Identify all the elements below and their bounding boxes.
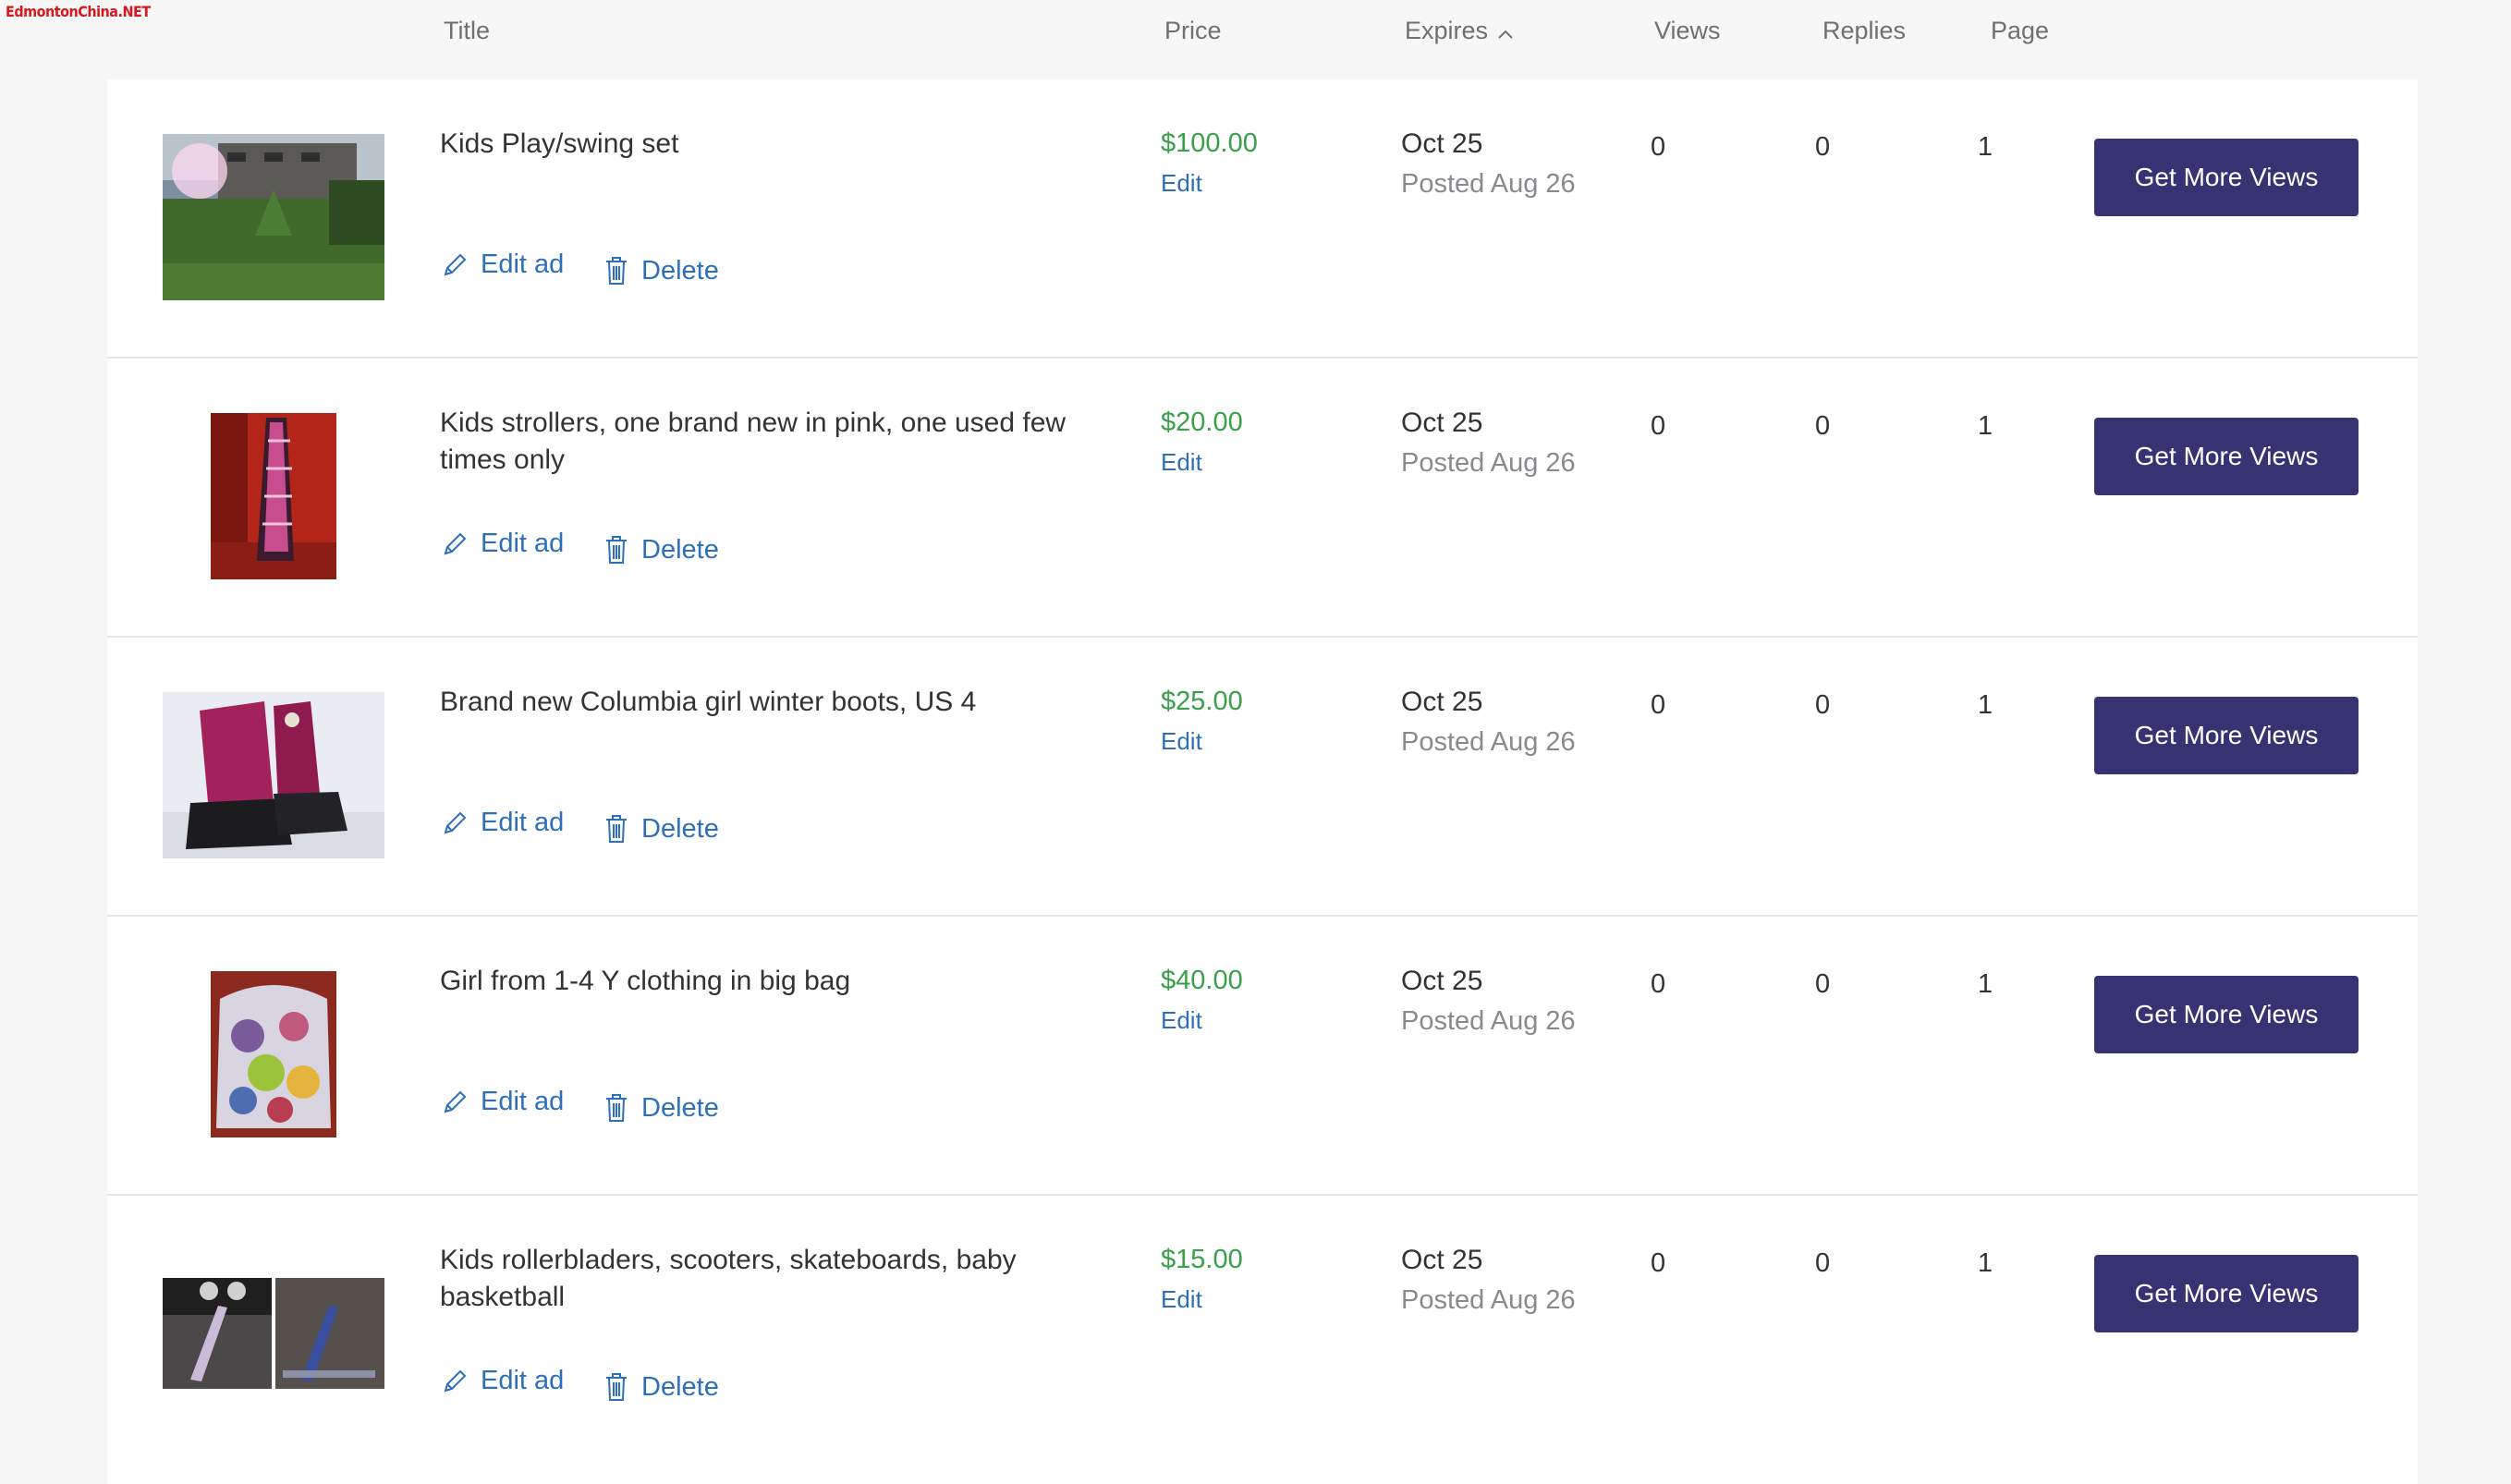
ad-row: Girl from 1-4 Y clothing in big bag Edit… bbox=[107, 917, 2418, 1196]
pencil-icon bbox=[444, 1369, 467, 1392]
ad-page-number: 1 bbox=[1978, 1248, 1993, 1278]
ad-posted-date: Posted Aug 26 bbox=[1401, 1285, 1576, 1315]
delete-ad-link[interactable]: Delete bbox=[603, 255, 719, 286]
ad-thumbnail[interactable] bbox=[163, 692, 384, 858]
edit-ad-label: Edit ad bbox=[481, 808, 565, 837]
ad-expires: Oct 25 bbox=[1401, 128, 1483, 159]
edit-ad-link[interactable]: Edit ad bbox=[440, 1087, 564, 1117]
get-more-views-button[interactable]: Get More Views bbox=[2094, 1255, 2359, 1332]
delete-label: Delete bbox=[641, 1092, 719, 1123]
get-more-views-button[interactable]: Get More Views bbox=[2094, 418, 2359, 495]
column-header-expires-label: Expires bbox=[1405, 17, 1489, 44]
ad-row: Kids strollers, one brand new in pink, o… bbox=[107, 359, 2418, 638]
ad-row: Kids rollerbladers, scooters, skateboard… bbox=[107, 1196, 2418, 1475]
column-header-views[interactable]: Views bbox=[1654, 17, 1721, 45]
ad-expires: Oct 25 bbox=[1401, 687, 1483, 717]
delete-label: Delete bbox=[641, 813, 719, 844]
pencil-icon bbox=[444, 1090, 467, 1113]
ad-title[interactable]: Kids rollerbladers, scooters, skateboard… bbox=[440, 1242, 1068, 1316]
price-edit-link[interactable]: Edit bbox=[1161, 1285, 1202, 1314]
ad-replies-count: 0 bbox=[1815, 969, 1831, 999]
ad-replies-count: 0 bbox=[1815, 411, 1831, 441]
ad-row: Kids Play/swing set Edit ad Delete $100.… bbox=[107, 79, 2418, 359]
column-header-expires[interactable]: Expires bbox=[1405, 17, 1514, 46]
pencil-icon bbox=[444, 532, 467, 554]
ad-thumbnail[interactable] bbox=[163, 134, 384, 300]
edit-ad-link[interactable]: Edit ad bbox=[440, 808, 564, 838]
ad-row: Brand new Columbia girl winter boots, US… bbox=[107, 638, 2418, 917]
ad-price: $40.00 bbox=[1161, 966, 1243, 995]
ad-thumbnail[interactable] bbox=[211, 971, 336, 1137]
edit-ad-link[interactable]: Edit ad bbox=[440, 249, 564, 280]
trash-icon bbox=[606, 1373, 627, 1401]
column-header-price[interactable]: Price bbox=[1164, 17, 1222, 45]
trash-icon bbox=[606, 536, 627, 564]
ad-posted-date: Posted Aug 26 bbox=[1401, 727, 1576, 757]
ad-list: Kids Play/swing set Edit ad Delete $100.… bbox=[107, 79, 2418, 1484]
ad-price: $20.00 bbox=[1161, 407, 1243, 437]
ad-title[interactable]: Kids strollers, one brand new in pink, o… bbox=[440, 405, 1068, 479]
ad-posted-date: Posted Aug 26 bbox=[1401, 169, 1576, 199]
ad-replies-count: 0 bbox=[1815, 1248, 1831, 1278]
column-header-replies[interactable]: Replies bbox=[1822, 17, 1906, 45]
ad-page-number: 1 bbox=[1978, 969, 1993, 999]
ad-expires: Oct 25 bbox=[1401, 407, 1483, 438]
ad-expires: Oct 25 bbox=[1401, 1245, 1483, 1275]
ad-expires: Oct 25 bbox=[1401, 966, 1483, 996]
edit-ad-link[interactable]: Edit ad bbox=[440, 1366, 564, 1396]
delete-ad-link[interactable]: Delete bbox=[603, 1092, 719, 1124]
delete-label: Delete bbox=[641, 255, 719, 286]
trash-icon bbox=[606, 1094, 627, 1122]
ad-page-number: 1 bbox=[1978, 411, 1993, 441]
edit-ad-link[interactable]: Edit ad bbox=[440, 529, 564, 559]
ad-views-count: 0 bbox=[1651, 132, 1666, 162]
ad-price: $25.00 bbox=[1161, 687, 1243, 716]
price-edit-link[interactable]: Edit bbox=[1161, 1006, 1202, 1035]
ad-title[interactable]: Kids Play/swing set bbox=[440, 126, 1068, 163]
get-more-views-button[interactable]: Get More Views bbox=[2094, 976, 2359, 1053]
pencil-icon bbox=[444, 253, 467, 275]
price-edit-link[interactable]: Edit bbox=[1161, 169, 1202, 198]
edit-ad-label: Edit ad bbox=[481, 249, 565, 279]
get-more-views-button[interactable]: Get More Views bbox=[2094, 697, 2359, 774]
edit-ad-label: Edit ad bbox=[481, 1366, 565, 1395]
ad-page-number: 1 bbox=[1978, 690, 1993, 720]
table-header: Title Price Expires Views Replies Page bbox=[0, 0, 2511, 65]
ad-replies-count: 0 bbox=[1815, 132, 1831, 162]
price-edit-link[interactable]: Edit bbox=[1161, 448, 1202, 477]
ad-thumbnail[interactable] bbox=[211, 413, 336, 579]
ad-posted-date: Posted Aug 26 bbox=[1401, 1006, 1576, 1036]
ad-price: $15.00 bbox=[1161, 1245, 1243, 1274]
delete-ad-link[interactable]: Delete bbox=[603, 534, 719, 566]
edit-ad-label: Edit ad bbox=[481, 529, 565, 558]
ad-title[interactable]: Girl from 1-4 Y clothing in big bag bbox=[440, 963, 1068, 1000]
pencil-icon bbox=[444, 811, 467, 833]
column-header-title[interactable]: Title bbox=[444, 17, 490, 45]
trash-icon bbox=[606, 257, 627, 285]
ad-title[interactable]: Brand new Columbia girl winter boots, US… bbox=[440, 684, 1068, 721]
ad-views-count: 0 bbox=[1651, 969, 1666, 999]
column-header-page[interactable]: Page bbox=[1991, 17, 2049, 45]
ad-replies-count: 0 bbox=[1815, 690, 1831, 720]
ad-views-count: 0 bbox=[1651, 411, 1666, 441]
ad-page-number: 1 bbox=[1978, 132, 1993, 162]
chevron-up-icon bbox=[1497, 18, 1514, 46]
ad-views-count: 0 bbox=[1651, 690, 1666, 720]
delete-label: Delete bbox=[641, 534, 719, 565]
delete-ad-link[interactable]: Delete bbox=[603, 1371, 719, 1403]
ad-price: $100.00 bbox=[1161, 128, 1258, 158]
price-edit-link[interactable]: Edit bbox=[1161, 727, 1202, 756]
get-more-views-button[interactable]: Get More Views bbox=[2094, 139, 2359, 216]
ad-posted-date: Posted Aug 26 bbox=[1401, 448, 1576, 478]
delete-ad-link[interactable]: Delete bbox=[603, 813, 719, 845]
ad-thumbnail[interactable] bbox=[163, 1278, 384, 1389]
delete-label: Delete bbox=[641, 1371, 719, 1402]
ad-views-count: 0 bbox=[1651, 1248, 1666, 1278]
trash-icon bbox=[606, 815, 627, 843]
edit-ad-label: Edit ad bbox=[481, 1087, 565, 1116]
